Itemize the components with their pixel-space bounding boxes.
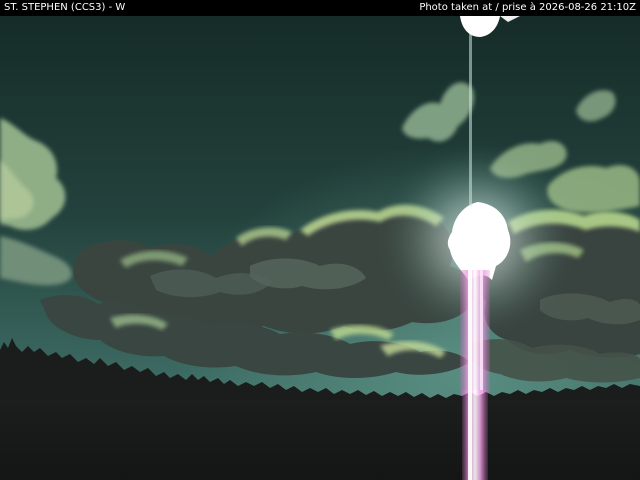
sensor-smear-foreground-core (468, 390, 472, 480)
camera-photo (0, 0, 640, 480)
webcam-frame: ST. STEPHEN (CCS3) - W Photo taken at / … (0, 0, 640, 480)
timestamp-label: Photo taken at / prise à 2026-08-26 21:1… (419, 2, 636, 13)
sensor-smear-upper (469, 16, 472, 206)
foreground-forest (0, 400, 640, 480)
station-label: ST. STEPHEN (CCS3) - W (4, 2, 126, 13)
camera-info-bar: ST. STEPHEN (CCS3) - W Photo taken at / … (0, 0, 640, 16)
sensor-smear-foreground (462, 390, 488, 480)
